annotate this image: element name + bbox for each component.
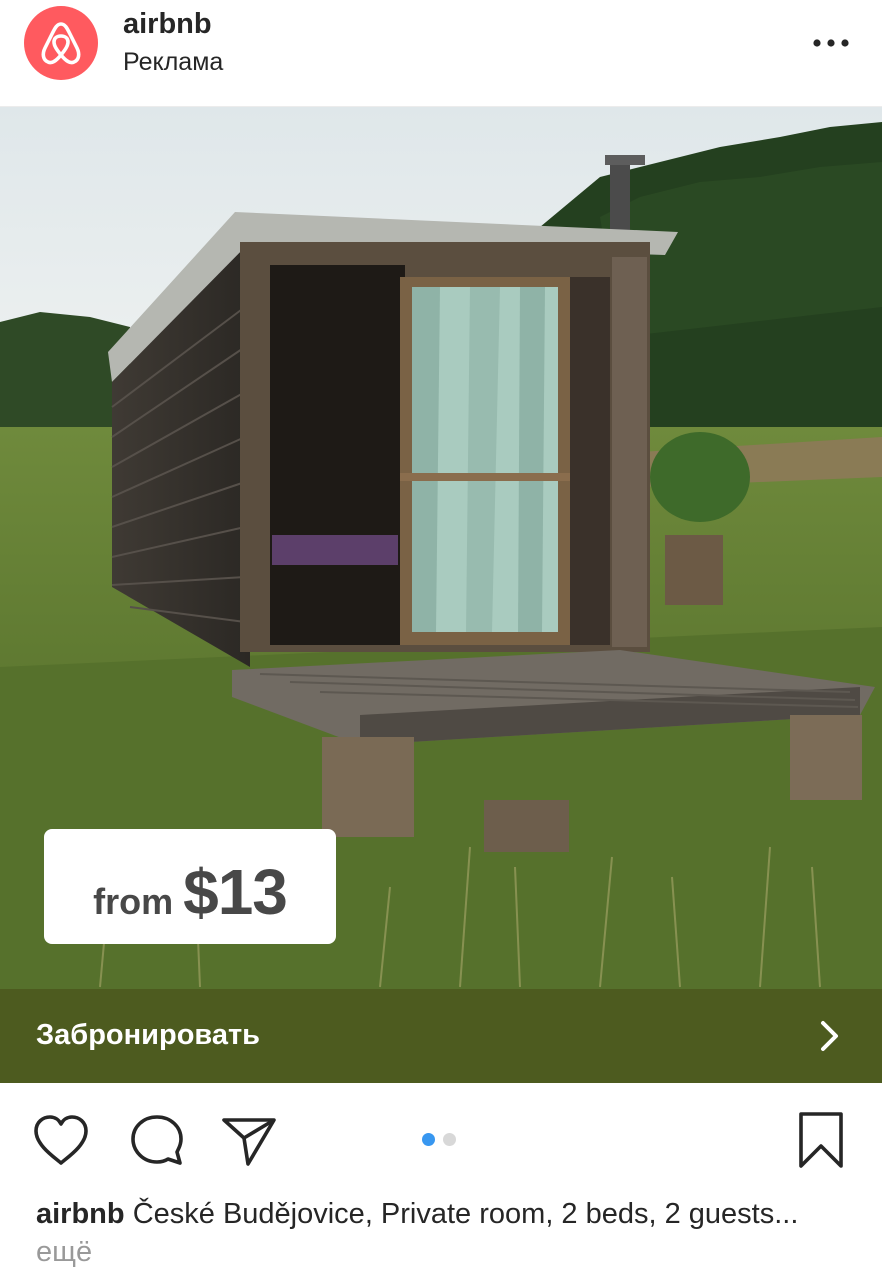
carousel-dot bbox=[443, 1133, 456, 1146]
account-name[interactable]: airbnb bbox=[123, 8, 212, 41]
airbnb-logo-icon[interactable] bbox=[24, 6, 98, 80]
caption-username[interactable]: airbnb bbox=[36, 1198, 125, 1230]
post-caption: airbnb České Budějovice, Private room, 2… bbox=[36, 1195, 836, 1271]
price-prefix: from bbox=[93, 881, 174, 922]
post-header: airbnb Реклама bbox=[0, 0, 882, 107]
post-actions bbox=[0, 1083, 882, 1193]
carousel-dot-active bbox=[422, 1133, 435, 1146]
comment-icon[interactable] bbox=[126, 1111, 188, 1169]
sponsored-label: Реклама bbox=[123, 48, 224, 76]
book-button-label[interactable]: Забронировать bbox=[36, 1019, 260, 1052]
bookmark-icon[interactable] bbox=[792, 1109, 850, 1171]
carousel-indicator bbox=[422, 1133, 456, 1146]
caption-more-link[interactable]: ещё bbox=[36, 1236, 92, 1268]
price-badge: from $13 bbox=[44, 829, 336, 944]
price-value: $13 bbox=[183, 856, 288, 928]
post-photo[interactable]: from $13 bbox=[0, 107, 882, 989]
heart-icon[interactable] bbox=[30, 1111, 92, 1169]
send-icon[interactable] bbox=[218, 1111, 280, 1169]
caption-text: České Budějovice, Private room, 2 beds, … bbox=[132, 1198, 799, 1230]
chevron-right-icon[interactable] bbox=[812, 1017, 846, 1055]
book-cta-bar[interactable]: Забронировать bbox=[0, 989, 882, 1083]
more-options-icon[interactable] bbox=[806, 26, 856, 60]
